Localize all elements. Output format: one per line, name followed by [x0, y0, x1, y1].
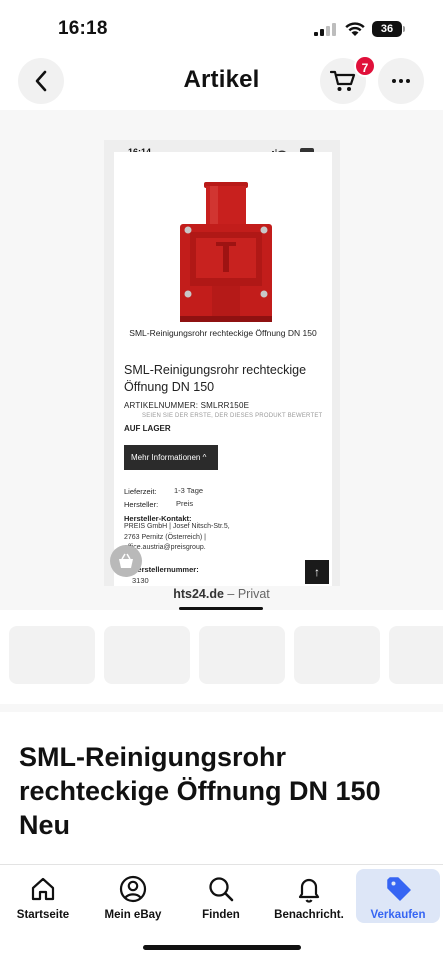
rating-text: SEIEN SIE DER ERSTE, DER DIESES PRODUKT … [142, 413, 323, 419]
tab-search-label: Finden [202, 909, 240, 921]
thumbnail[interactable] [104, 626, 190, 684]
battery-tip [403, 26, 405, 32]
product-image [180, 182, 272, 322]
more-info-button: Mehr Informationen ^ [124, 445, 218, 470]
source-domain: hts24.de [173, 587, 224, 601]
tab-home[interactable]: Startseite [0, 869, 86, 923]
stock-status: AUF LAGER [124, 424, 171, 433]
mfr-number-value: 3130 [132, 576, 149, 585]
tab-sell[interactable]: Verkaufen [356, 869, 440, 923]
delivery-label: Lieferzeit: [124, 487, 157, 496]
image-gallery[interactable]: 16:14 [0, 110, 443, 610]
product-caption: SML-Reinigungsrohr rechteckige Öffnung D… [129, 328, 317, 338]
more-dots-icon [392, 79, 410, 83]
more-options-button[interactable] [378, 58, 424, 104]
battery-icon: 36 [372, 21, 402, 37]
source-suffix: – Privat [223, 587, 270, 601]
home-indicator [143, 945, 301, 950]
user-icon [119, 875, 147, 903]
thumbnail[interactable] [294, 626, 380, 684]
search-icon [209, 877, 234, 902]
tab-notifications-label: Benachricht. [274, 909, 344, 921]
photo-product-title: SML-Reinigungsrohr rechteckige Öffnung D… [124, 363, 307, 394]
photo-web-page: SML-Reinigungsrohr rechteckige Öffnung D… [114, 152, 332, 586]
listing-photo: 16:14 [104, 140, 340, 586]
image-source-label: hts24.de – Privat [0, 587, 443, 601]
mfr-number-label: Herstellernummer: [132, 565, 199, 574]
cart-icon [330, 70, 356, 91]
tag-icon [387, 877, 411, 901]
manufacturer-label: Hersteller: [124, 500, 159, 509]
bell-icon [298, 878, 320, 903]
scroll-top-button: ↑ [305, 560, 329, 584]
cellular-signal-icon [314, 23, 336, 36]
status-time: 16:18 [58, 18, 108, 39]
tab-home-label: Startseite [16, 909, 70, 921]
manufacturer-value: Preis [176, 499, 194, 508]
tab-notifications[interactable]: Benachricht. [266, 869, 352, 923]
listing-title: SML-Reinigungsrohr rechteckige Öffnung D… [19, 742, 381, 840]
section-divider [0, 704, 443, 712]
cart-count-badge: 7 [354, 55, 376, 77]
chevron-up-icon: ^ [202, 453, 207, 462]
basket-icon [110, 545, 142, 577]
home-icon [31, 877, 55, 901]
tab-sell-label: Verkaufen [370, 909, 426, 921]
thumbnail[interactable] [199, 626, 285, 684]
app-header: Artikel [0, 58, 443, 106]
tab-my-ebay[interactable]: Mein eBay [90, 869, 176, 923]
thumbnail[interactable] [9, 626, 95, 684]
delivery-value: 1-3 Tage [174, 486, 204, 495]
article-number: ARTIKELNUMMER: SMLRR150E [124, 401, 250, 410]
tab-search[interactable]: Finden [178, 869, 264, 923]
thumbnail[interactable] [389, 626, 443, 684]
thumbnail-strip [0, 626, 443, 684]
wifi-icon [345, 22, 365, 36]
tab-my-ebay-label: Mein eBay [104, 909, 162, 921]
gallery-scroll-indicator [179, 607, 263, 610]
status-bar: 16:18 36 [0, 0, 443, 58]
page-title: Artikel [183, 66, 260, 93]
more-info-label: Mehr Informationen [131, 453, 201, 462]
